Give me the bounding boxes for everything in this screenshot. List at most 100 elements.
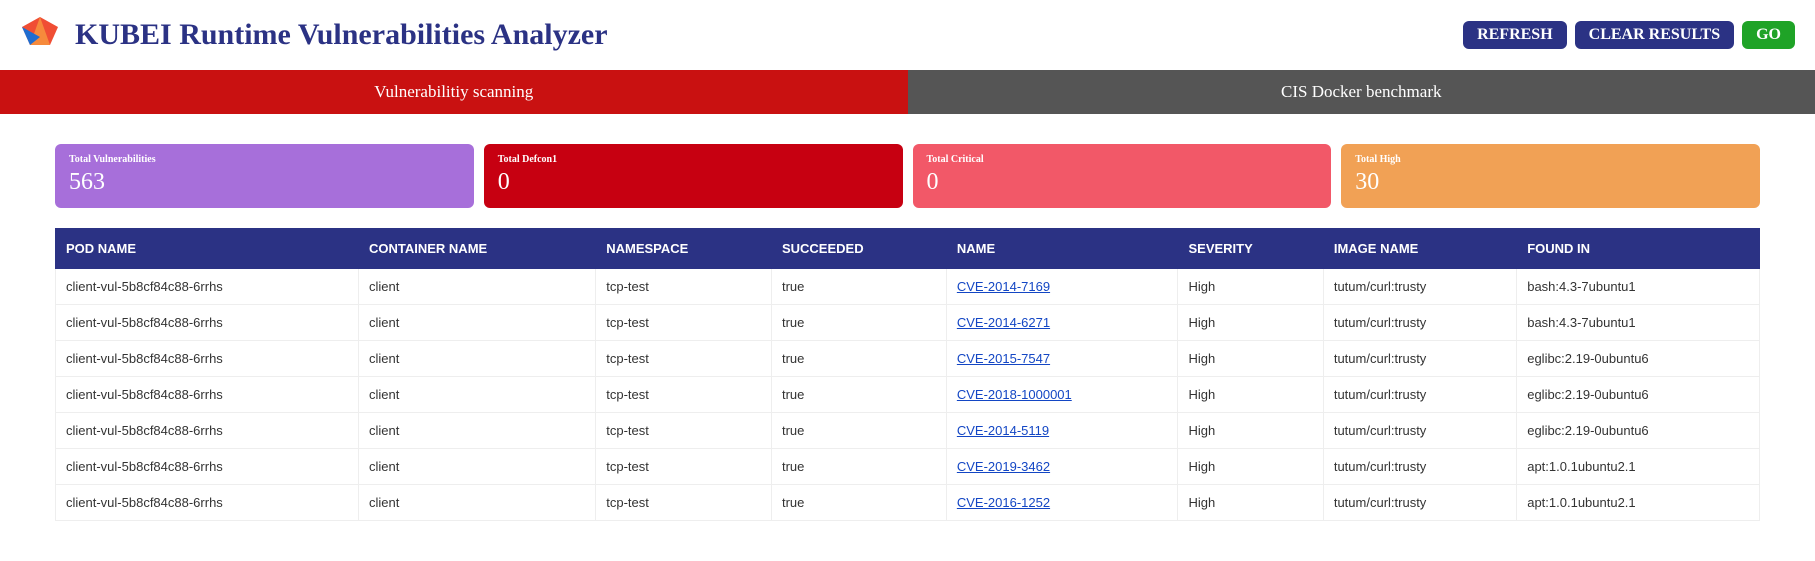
cell-name: CVE-2014-7169 xyxy=(946,269,1178,305)
cell-image-name: tutum/curl:trusty xyxy=(1323,413,1516,449)
table-row: client-vul-5b8cf84c88-6rrhsclienttcp-tes… xyxy=(56,377,1760,413)
cve-link[interactable]: CVE-2016-1252 xyxy=(957,495,1050,510)
cell-succeeded: true xyxy=(771,449,946,485)
stat-total-vulnerabilities: Total Vulnerabilities 563 xyxy=(55,144,474,208)
cell-pod-name: client-vul-5b8cf84c88-6rrhs xyxy=(56,485,359,521)
stat-label: Total Vulnerabilities xyxy=(69,154,460,165)
cell-namespace: tcp-test xyxy=(596,377,772,413)
app-title: KUBEI Runtime Vulnerabilities Analyzer xyxy=(75,18,608,52)
cell-severity: High xyxy=(1178,413,1323,449)
stat-value: 563 xyxy=(69,169,460,196)
cell-image-name: tutum/curl:trusty xyxy=(1323,485,1516,521)
cell-found-in: eglibc:2.19-0ubuntu6 xyxy=(1517,377,1760,413)
cell-image-name: tutum/curl:trusty xyxy=(1323,305,1516,341)
col-container-name[interactable]: CONTAINER NAME xyxy=(359,229,596,269)
stat-label: Total High xyxy=(1355,154,1746,165)
cell-namespace: tcp-test xyxy=(596,341,772,377)
cell-succeeded: true xyxy=(771,485,946,521)
cell-succeeded: true xyxy=(771,377,946,413)
col-found-in[interactable]: FOUND IN xyxy=(1517,229,1760,269)
go-button[interactable]: GO xyxy=(1742,21,1795,49)
cell-name: CVE-2014-5119 xyxy=(946,413,1178,449)
header-right: REFRESH CLEAR RESULTS GO xyxy=(1463,21,1795,49)
col-image-name[interactable]: IMAGE NAME xyxy=(1323,229,1516,269)
header: KUBEI Runtime Vulnerabilities Analyzer R… xyxy=(0,0,1815,70)
cell-found-in: eglibc:2.19-0ubuntu6 xyxy=(1517,413,1760,449)
cell-name: CVE-2015-7547 xyxy=(946,341,1178,377)
stat-cards: Total Vulnerabilities 563 Total Defcon1 … xyxy=(55,144,1760,208)
cell-found-in: apt:1.0.1ubuntu2.1 xyxy=(1517,485,1760,521)
cell-image-name: tutum/curl:trusty xyxy=(1323,341,1516,377)
cell-name: CVE-2019-3462 xyxy=(946,449,1178,485)
col-name[interactable]: NAME xyxy=(946,229,1178,269)
cell-succeeded: true xyxy=(771,269,946,305)
vulnerabilities-table: POD NAME CONTAINER NAME NAMESPACE SUCCEE… xyxy=(55,228,1760,521)
cell-found-in: bash:4.3-7ubuntu1 xyxy=(1517,269,1760,305)
clear-results-button[interactable]: CLEAR RESULTS xyxy=(1575,21,1734,49)
cell-name: CVE-2018-1000001 xyxy=(946,377,1178,413)
cell-image-name: tutum/curl:trusty xyxy=(1323,449,1516,485)
col-succeeded[interactable]: SUCCEEDED xyxy=(771,229,946,269)
cell-container-name: client xyxy=(359,413,596,449)
cell-severity: High xyxy=(1178,377,1323,413)
cell-container-name: client xyxy=(359,269,596,305)
cell-container-name: client xyxy=(359,377,596,413)
stat-value: 30 xyxy=(1355,169,1746,196)
cell-severity: High xyxy=(1178,269,1323,305)
cve-link[interactable]: CVE-2014-6271 xyxy=(957,315,1050,330)
tabs: Vulnerabilitiy scanning CIS Docker bench… xyxy=(0,70,1815,114)
cve-link[interactable]: CVE-2019-3462 xyxy=(957,459,1050,474)
cell-namespace: tcp-test xyxy=(596,449,772,485)
cell-container-name: client xyxy=(359,485,596,521)
col-namespace[interactable]: NAMESPACE xyxy=(596,229,772,269)
cell-namespace: tcp-test xyxy=(596,305,772,341)
cell-found-in: eglibc:2.19-0ubuntu6 xyxy=(1517,341,1760,377)
cell-pod-name: client-vul-5b8cf84c88-6rrhs xyxy=(56,413,359,449)
stat-value: 0 xyxy=(927,169,1318,196)
cell-name: CVE-2014-6271 xyxy=(946,305,1178,341)
table-row: client-vul-5b8cf84c88-6rrhsclienttcp-tes… xyxy=(56,449,1760,485)
cell-severity: High xyxy=(1178,305,1323,341)
table-row: client-vul-5b8cf84c88-6rrhsclienttcp-tes… xyxy=(56,485,1760,521)
cell-container-name: client xyxy=(359,449,596,485)
stat-label: Total Defcon1 xyxy=(498,154,889,165)
cell-succeeded: true xyxy=(771,413,946,449)
cve-link[interactable]: CVE-2015-7547 xyxy=(957,351,1050,366)
cell-severity: High xyxy=(1178,485,1323,521)
refresh-button[interactable]: REFRESH xyxy=(1463,21,1567,49)
cve-link[interactable]: CVE-2014-7169 xyxy=(957,279,1050,294)
cell-namespace: tcp-test xyxy=(596,269,772,305)
cell-severity: High xyxy=(1178,341,1323,377)
cell-container-name: client xyxy=(359,305,596,341)
stat-value: 0 xyxy=(498,169,889,196)
cell-namespace: tcp-test xyxy=(596,485,772,521)
cell-severity: High xyxy=(1178,449,1323,485)
cell-pod-name: client-vul-5b8cf84c88-6rrhs xyxy=(56,341,359,377)
cell-pod-name: client-vul-5b8cf84c88-6rrhs xyxy=(56,269,359,305)
col-severity[interactable]: SEVERITY xyxy=(1178,229,1323,269)
table-row: client-vul-5b8cf84c88-6rrhsclienttcp-tes… xyxy=(56,269,1760,305)
cell-succeeded: true xyxy=(771,305,946,341)
cell-image-name: tutum/curl:trusty xyxy=(1323,269,1516,305)
cve-link[interactable]: CVE-2014-5119 xyxy=(957,423,1049,438)
col-pod-name[interactable]: POD NAME xyxy=(56,229,359,269)
main-content: Total Vulnerabilities 563 Total Defcon1 … xyxy=(0,114,1815,521)
table-row: client-vul-5b8cf84c88-6rrhsclienttcp-tes… xyxy=(56,305,1760,341)
stat-label: Total Critical xyxy=(927,154,1318,165)
cell-image-name: tutum/curl:trusty xyxy=(1323,377,1516,413)
table-header: POD NAME CONTAINER NAME NAMESPACE SUCCEE… xyxy=(56,229,1760,269)
stat-total-defcon1: Total Defcon1 0 xyxy=(484,144,903,208)
tab-vulnerability-scanning[interactable]: Vulnerabilitiy scanning xyxy=(0,70,908,114)
cell-container-name: client xyxy=(359,341,596,377)
stat-total-critical: Total Critical 0 xyxy=(913,144,1332,208)
cell-succeeded: true xyxy=(771,341,946,377)
table-row: client-vul-5b8cf84c88-6rrhsclienttcp-tes… xyxy=(56,413,1760,449)
cell-found-in: apt:1.0.1ubuntu2.1 xyxy=(1517,449,1760,485)
cell-name: CVE-2016-1252 xyxy=(946,485,1178,521)
cve-link[interactable]: CVE-2018-1000001 xyxy=(957,387,1072,402)
cell-namespace: tcp-test xyxy=(596,413,772,449)
cell-pod-name: client-vul-5b8cf84c88-6rrhs xyxy=(56,377,359,413)
cell-pod-name: client-vul-5b8cf84c88-6rrhs xyxy=(56,449,359,485)
kubei-logo-icon xyxy=(20,15,60,55)
tab-cis-docker-benchmark[interactable]: CIS Docker benchmark xyxy=(908,70,1815,114)
